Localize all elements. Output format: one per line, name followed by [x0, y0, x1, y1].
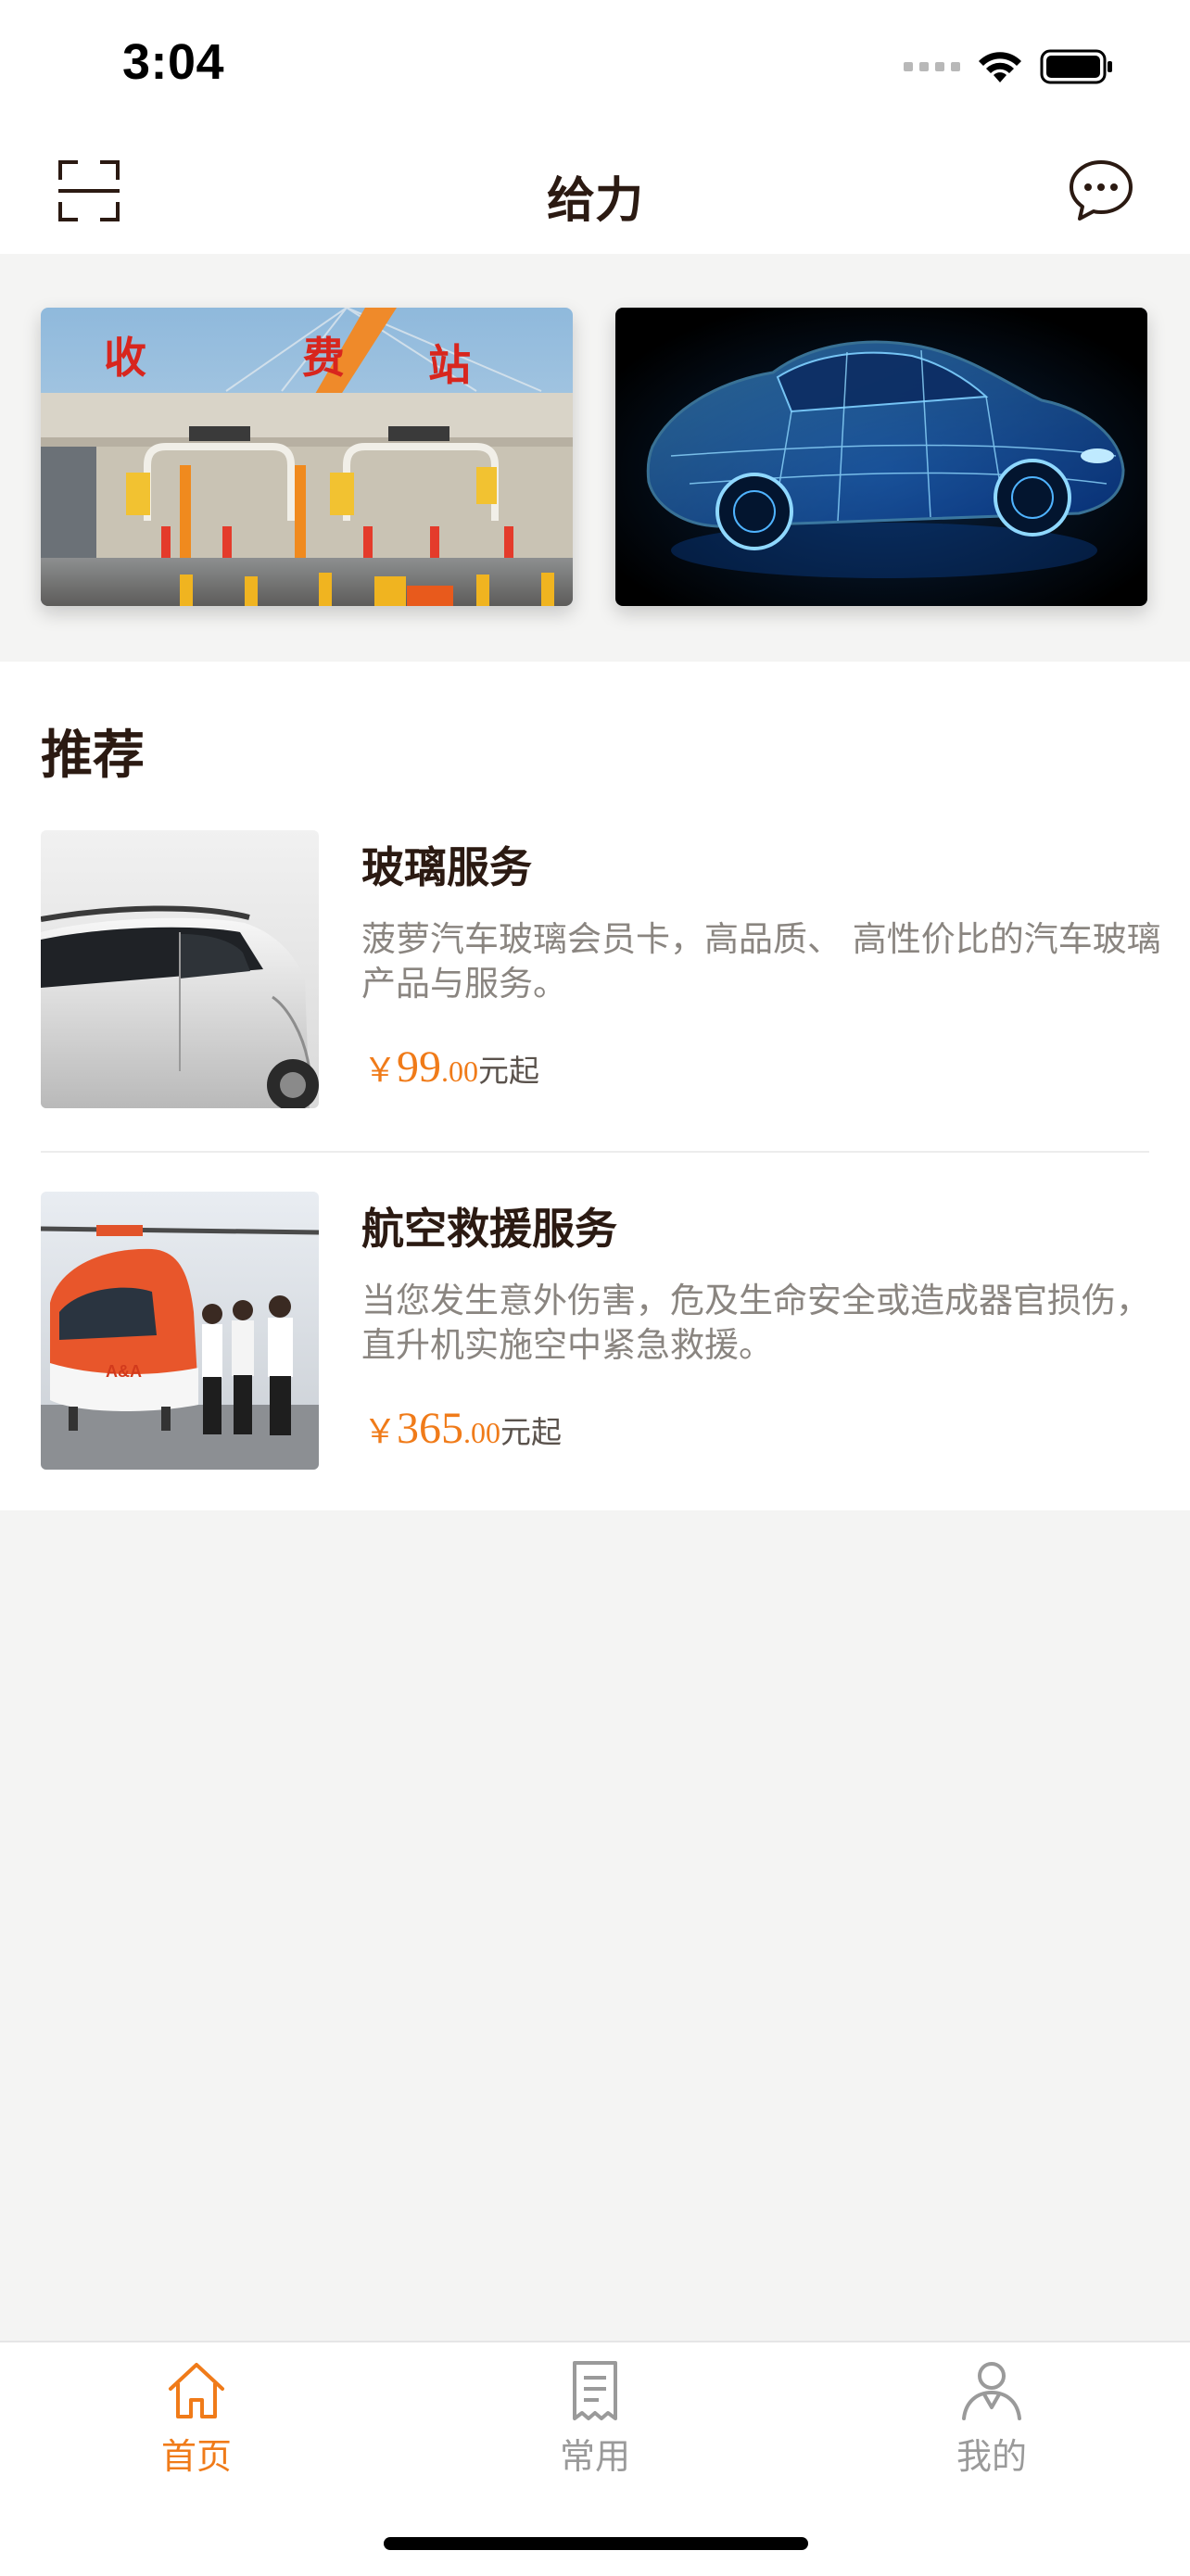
item-description: 当您发生意外伤害，危及生命安全或造成器官损伤，直升机实施空中紧急救援。: [361, 1281, 1150, 1365]
item-title: 航空救援服务: [361, 1204, 617, 1254]
chat-bubble-icon[interactable]: [1068, 158, 1134, 224]
list-item-air-rescue-service[interactable]: A&A 航空救援服务 当您发生意外伤害，危及生命安全或造成器官损伤，直升机实施空…: [41, 1192, 1150, 1470]
tab-mine[interactable]: 我的: [899, 2357, 1084, 2496]
home-indicator[interactable]: [384, 2537, 808, 2550]
toll-station-banner[interactable]: 收 费 站: [41, 308, 573, 606]
price-decimal: .00: [463, 1416, 501, 1449]
tab-home-label: 首页: [160, 2436, 232, 2477]
toll-station-image: 收 费 站: [41, 308, 573, 606]
currency-symbol: ￥: [363, 1052, 398, 1089]
divider: [41, 1151, 1149, 1153]
section-title: 推荐: [41, 726, 145, 786]
receipt-icon: [573, 2361, 617, 2420]
battery-icon: [1040, 49, 1112, 84]
status-icons: [904, 43, 1114, 91]
air-rescue-thumbnail: A&A: [41, 1192, 319, 1470]
glass-service-thumbnail: [41, 830, 319, 1108]
person-icon: [962, 2362, 1021, 2420]
svg-text:A&A: A&A: [106, 1362, 142, 1381]
tab-home[interactable]: 首页: [104, 2357, 289, 2496]
status-bar: 3:04: [0, 0, 1190, 139]
item-title: 玻璃服务: [361, 842, 532, 892]
price-integer: 99: [397, 1042, 442, 1092]
home-icon: [169, 2363, 224, 2418]
status-time: 3:04: [122, 34, 225, 90]
svg-text:费: 费: [302, 335, 345, 382]
item-price: ￥365.00元起: [363, 1403, 562, 1454]
price-decimal: .00: [441, 1054, 479, 1088]
price-suffix: 元起: [500, 1414, 563, 1450]
tab-common-label: 常用: [559, 2436, 630, 2477]
banner-carousel: 收 费 站: [0, 254, 1190, 662]
wifi-icon: [979, 52, 1021, 82]
recommend-section: 推荐 玻璃服务 菠萝汽车玻璃会员卡，高品质、 高性价比的汽车玻璃产品与服务。 ￥…: [0, 662, 1190, 1510]
item-price: ￥99.00元起: [363, 1042, 539, 1092]
tab-common[interactable]: 常用: [502, 2357, 688, 2496]
page-title: 给力: [546, 173, 643, 229]
nav-bar: 给力: [0, 139, 1190, 254]
tab-mine-label: 我的: [956, 2436, 1027, 2477]
item-description: 菠萝汽车玻璃会员卡，高品质、 高性价比的汽车玻璃产品与服务。: [361, 919, 1161, 1004]
svg-text:站: 站: [428, 342, 471, 389]
car-xray-image: [615, 308, 1147, 606]
svg-text:收: 收: [104, 335, 146, 382]
car-xray-banner[interactable]: [615, 308, 1147, 606]
cellular-signal-icon: [904, 62, 960, 71]
price-integer: 365: [397, 1404, 464, 1453]
currency-symbol: ￥: [363, 1413, 398, 1450]
price-suffix: 元起: [478, 1053, 540, 1089]
list-item-glass-service[interactable]: 玻璃服务 菠萝汽车玻璃会员卡，高品质、 高性价比的汽车玻璃产品与服务。 ￥99.…: [41, 830, 1161, 1108]
